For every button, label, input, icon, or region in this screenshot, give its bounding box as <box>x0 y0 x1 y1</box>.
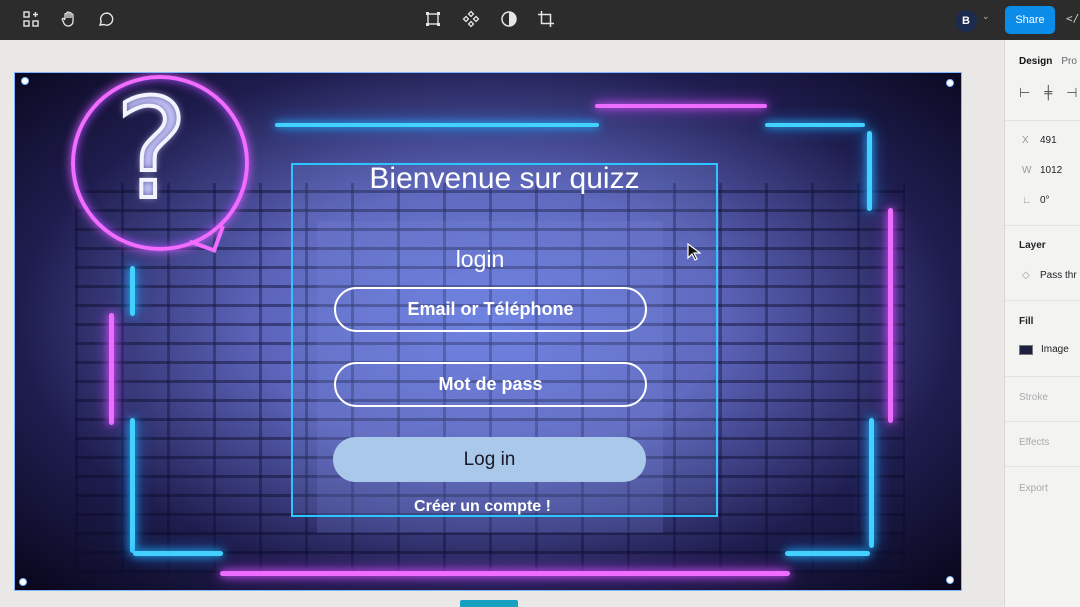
layer-blend-mode[interactable]: ◇ Pass thr <box>1022 270 1077 281</box>
neon-line-left-lower-cyan <box>130 418 135 553</box>
align-center-icon[interactable]: ╪ <box>1044 86 1066 101</box>
chevron-down-icon[interactable]: ⌄ <box>982 12 990 22</box>
panel-divider <box>1005 300 1080 301</box>
panel-divider <box>1005 466 1080 467</box>
question-mark-icon: ? <box>113 72 190 230</box>
mouse-cursor-icon <box>687 243 701 261</box>
blend-mode-icon: ◇ <box>1022 270 1030 281</box>
align-left-icon[interactable]: ⊢ <box>1019 86 1044 101</box>
create-account-link[interactable]: Créer un compte ! <box>395 498 570 516</box>
crop-icon[interactable] <box>533 6 559 32</box>
neon-line-bottom-right-cyan <box>785 551 870 556</box>
align-toolbar: ⊢╪⊣ <box>1019 86 1080 101</box>
frame-handle-bottom-left[interactable] <box>19 578 27 586</box>
export-section-title[interactable]: Export <box>1019 483 1048 494</box>
frame-handle-top-right[interactable] <box>946 79 954 87</box>
top-toolbar: B ⌄ Share </ <box>0 0 1080 40</box>
fill-item[interactable]: Image <box>1019 344 1069 355</box>
fill-section-title: Fill <box>1019 316 1034 327</box>
login-heading: login <box>455 246 505 272</box>
tab-prototype[interactable]: Pro <box>1061 56 1077 67</box>
contrast-icon[interactable] <box>496 6 522 32</box>
align-right-icon[interactable]: ⊣ <box>1066 86 1080 101</box>
neon-line-top-pink <box>595 104 767 108</box>
user-avatar[interactable]: B <box>955 10 977 32</box>
neon-line-right-pink <box>888 208 893 423</box>
tab-design[interactable]: Design <box>1019 56 1052 67</box>
neon-line-left-pink <box>109 313 114 425</box>
neon-line-top-right-cyan <box>765 123 865 127</box>
frame-add-icon[interactable] <box>18 6 44 32</box>
width-field[interactable]: W 1012 <box>1022 165 1062 176</box>
neon-line-bottom-left-cyan <box>133 551 223 556</box>
login-button[interactable]: Log in <box>333 437 646 482</box>
frame-dimension-badge <box>460 600 518 607</box>
comment-icon[interactable] <box>93 6 119 32</box>
panel-divider <box>1005 376 1080 377</box>
neon-line-right-lower-cyan <box>869 418 874 548</box>
rotation-field[interactable]: ∟ 0° <box>1022 195 1050 206</box>
frame-select-icon[interactable] <box>420 6 446 32</box>
x-position-field[interactable]: X 491 <box>1022 135 1057 146</box>
properties-panel: Design Pro ⊢╪⊣ X491 W1012 ∟0° Layer ◇Pass… <box>1004 40 1080 607</box>
effects-section-title[interactable]: Effects <box>1019 437 1049 448</box>
email-field[interactable]: Email or Téléphone <box>334 287 647 332</box>
component-icon[interactable] <box>458 6 484 32</box>
panel-divider <box>1005 225 1080 226</box>
hand-icon[interactable] <box>56 6 82 32</box>
neon-line-top-cyan <box>275 123 599 127</box>
stroke-section-title[interactable]: Stroke <box>1019 392 1048 403</box>
layer-section-title: Layer <box>1019 240 1046 251</box>
share-button[interactable]: Share <box>1005 6 1055 34</box>
frame-handle-bottom-right[interactable] <box>946 576 954 584</box>
neon-line-left-cyan <box>130 266 135 316</box>
password-field[interactable]: Mot de pass <box>334 362 647 407</box>
dev-mode-button[interactable]: </ <box>1066 12 1079 25</box>
design-frame[interactable]: ? Bienvenue sur quizz login Email or Tél… <box>14 72 962 591</box>
fill-swatch[interactable] <box>1019 344 1033 355</box>
neon-line-right-upper-cyan <box>867 131 872 211</box>
frame-handle-top-left[interactable] <box>21 77 29 85</box>
page-title: Bienvenue sur quizz <box>369 162 640 195</box>
panel-divider <box>1005 421 1080 422</box>
panel-divider <box>1005 120 1080 121</box>
neon-line-bottom-pink <box>220 571 790 576</box>
